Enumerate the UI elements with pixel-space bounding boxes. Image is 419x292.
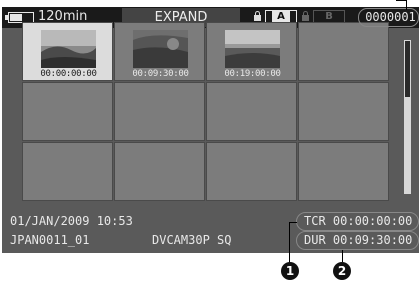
thumbnail-cell[interactable] xyxy=(22,142,113,201)
format-label: DVCAM30P SQ xyxy=(152,233,232,247)
thumbnail-cell[interactable] xyxy=(298,22,389,81)
scrollbar-thumb[interactable] xyxy=(405,41,410,97)
date-time: 01/JAN/2009 10:53 xyxy=(10,214,133,228)
scrollbar[interactable] xyxy=(404,40,411,194)
lock-icon xyxy=(302,11,309,21)
thumbnail-timecode: 00:00:00:00 xyxy=(40,69,97,79)
lock-icon xyxy=(254,11,261,21)
thumbnail-cell[interactable] xyxy=(298,82,389,141)
dur-highlight xyxy=(296,231,419,250)
thumbnail-cell[interactable] xyxy=(206,142,297,201)
thumbnail-cell[interactable]: 00:19:00:00 xyxy=(206,22,297,81)
thumbnail-cell[interactable] xyxy=(298,142,389,201)
thumbnail-cell[interactable] xyxy=(114,82,205,141)
thumbnail-cell[interactable]: 00:00:00:00 xyxy=(22,22,113,81)
thumbnail-cell[interactable] xyxy=(206,82,297,141)
callout-1: 1 xyxy=(281,262,299,280)
thumbnail-image xyxy=(133,30,188,68)
thumbnail-cell[interactable]: 00:09:30:00 xyxy=(114,22,205,81)
thumbnail-image xyxy=(41,30,96,68)
thumbnail-image xyxy=(225,30,280,68)
callout-2: 2 xyxy=(333,262,351,280)
thumbnail-cell[interactable] xyxy=(114,142,205,201)
thumbnail-timecode: 00:19:00:00 xyxy=(224,69,281,79)
tcr-pointer-line xyxy=(289,222,297,263)
thumbnail-timecode: 00:09:30:00 xyxy=(132,69,189,79)
counter-pointer-line xyxy=(396,0,407,10)
tcr-highlight xyxy=(296,212,419,231)
dur-pointer-line xyxy=(341,250,343,262)
thumbnail-cell[interactable] xyxy=(22,82,113,141)
clip-name: JPAN0011_01 xyxy=(10,233,90,247)
